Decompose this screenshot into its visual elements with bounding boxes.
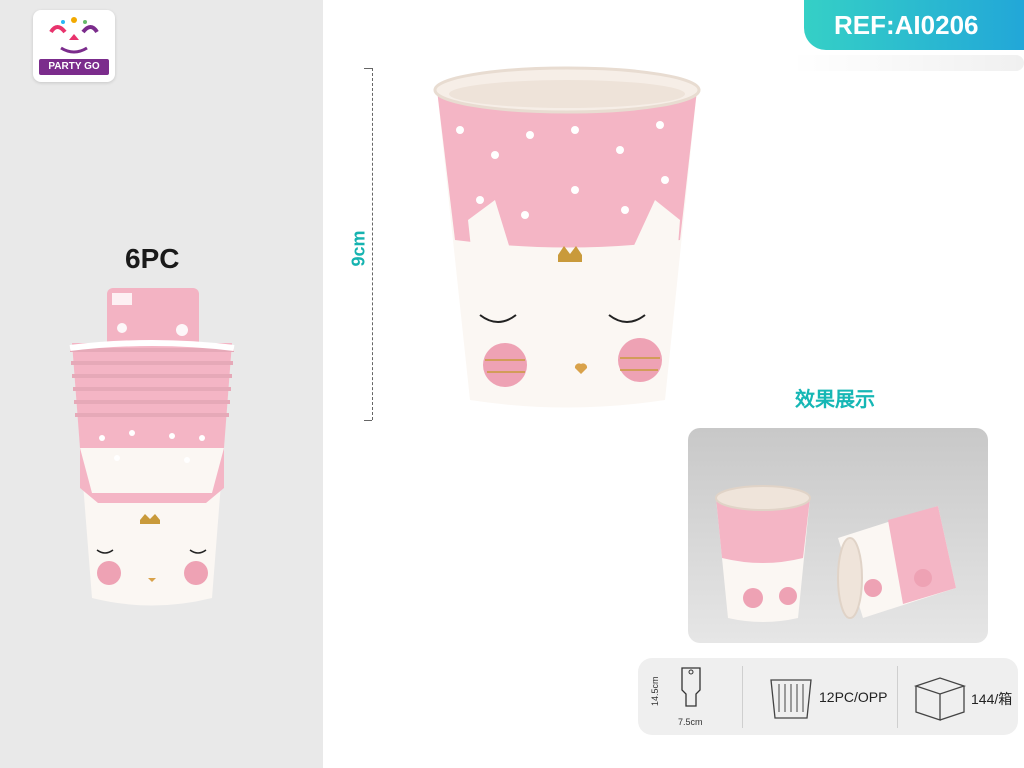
height-dimension-label: 9cm: [348, 230, 369, 267]
spec-divider-1: [742, 666, 743, 728]
logo-confetti-icon: [49, 17, 99, 54]
spec-divider-2: [897, 666, 898, 728]
pack-count-label: 6PC: [125, 243, 180, 274]
opp-bag-icon: [770, 679, 812, 719]
main-cup-image: [433, 66, 701, 408]
height-dimension-line: [372, 68, 374, 420]
carton-box-icon: [913, 677, 967, 721]
reference-badge: REF:AI0206: [804, 0, 1024, 50]
usage-cups-image: [715, 485, 956, 622]
card-size-icon: [681, 667, 701, 707]
reference-shadow: [790, 55, 1024, 71]
card-height-label: 14.5cm: [650, 676, 660, 706]
packaged-cups-image: [69, 288, 235, 606]
carton-quantity-label: 144/箱: [971, 691, 1013, 707]
effect-display-title: 效果展示: [795, 387, 875, 411]
card-width-label: 7.5cm: [678, 717, 703, 727]
dimension-top-tick: [364, 68, 372, 69]
spec-bar: 14.5cm 7.5cm 12PC/OPP 144/箱: [638, 658, 1018, 735]
usage-photo: [688, 428, 988, 643]
pack-quantity-label: 12PC/OPP: [819, 689, 888, 705]
left-panel: PARTY GO 6PC: [0, 0, 323, 768]
brand-logo: PARTY GO: [33, 10, 115, 82]
dimension-bottom-tick: [364, 420, 372, 421]
logo-wordmark: PARTY GO: [39, 59, 109, 75]
